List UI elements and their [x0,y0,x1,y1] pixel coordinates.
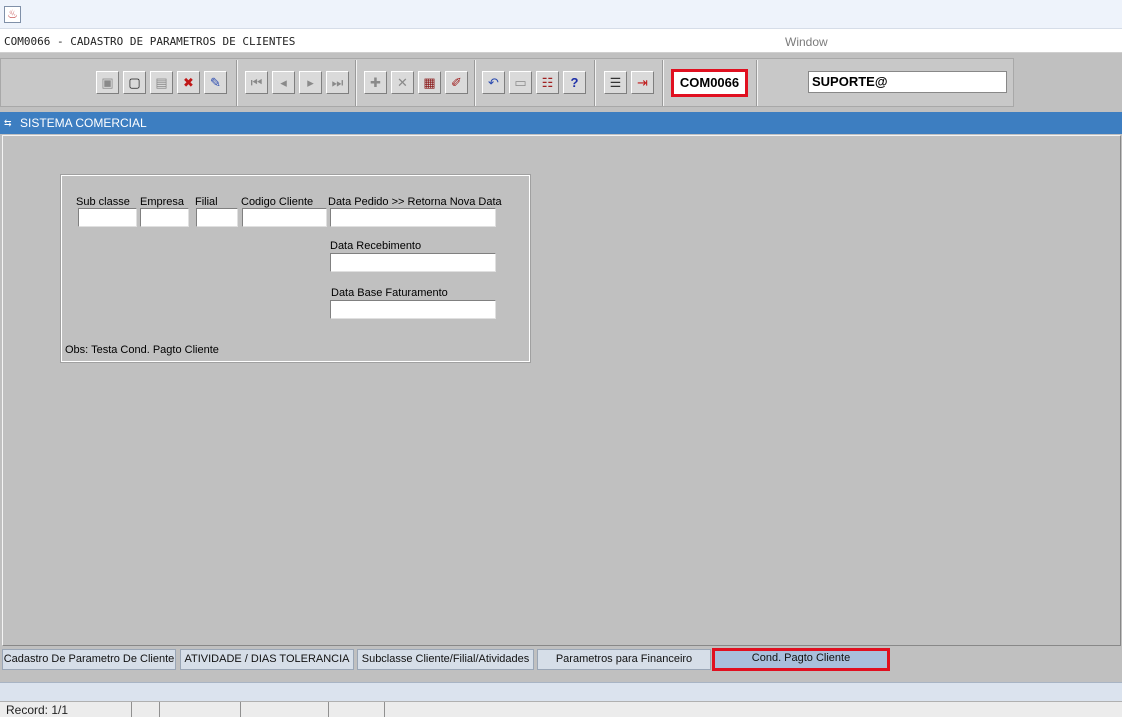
toolbar-separator [355,60,357,106]
duplicate-record-icon: ▦ [423,75,436,90]
exit-icon: ⇥ [637,75,648,90]
empresa-label: Empresa [140,196,185,208]
data-pedido-label: Data Pedido >> Retorna Nova Data [328,196,502,208]
screen-button[interactable]: ▢ [123,71,146,94]
toolbar-separator [594,60,596,106]
edit-record-button[interactable]: ✐ [445,71,468,94]
help-icon: ? [570,75,579,90]
window-menu[interactable]: Window [785,35,828,49]
query-button[interactable]: ✎ [204,71,227,94]
previous-record-icon: ◂ [280,75,287,90]
exit-button[interactable]: ⇥ [631,71,654,94]
toolbar-separator [474,60,476,106]
tab-cadastro-parametro-cliente[interactable]: Cadastro De Parametro De Cliente [2,649,176,670]
list-values-button[interactable]: ☷ [536,71,559,94]
next-record-button[interactable]: ▸ [299,71,322,94]
java-app-icon[interactable]: ♨ [4,6,21,23]
insert-record-button[interactable]: ✚ [364,71,387,94]
save-button[interactable]: ▣ [96,71,119,94]
codigo-cliente-label: Codigo Cliente [241,196,314,208]
clipboard-icon: ▭ [514,75,527,90]
insert-record-icon: ✚ [370,75,381,90]
status-divider [159,702,160,717]
tab-cond-pagto-cliente[interactable]: Cond. Pagto Cliente [712,648,890,671]
tab-subclasse-cliente[interactable]: Subclasse Cliente/Filial/Atividades [357,649,534,670]
next-record-icon: ▸ [307,75,314,90]
section-bar [0,112,1122,134]
data-recebimento-input[interactable] [330,253,496,272]
toolbar-separator [662,60,664,106]
codigo-cliente-input[interactable] [242,208,327,227]
first-record-button[interactable]: ⏮ [245,71,268,94]
data-recebimento-label: Data Recebimento [330,240,422,252]
query-icon: ✎ [210,75,221,90]
status-bar [0,701,1122,717]
empresa-input[interactable] [140,208,189,227]
delete-record-button[interactable]: ✕ [391,71,414,94]
menu-icon: ☰ [609,75,622,90]
sub-classe-label: Sub classe [76,196,130,208]
obs-text: Obs: Testa Cond. Pagto Cliente [65,344,219,356]
filial-input[interactable] [196,208,238,227]
title-bar [0,0,1122,29]
delete-record-icon: ✕ [397,75,408,90]
save-icon: ▣ [101,75,114,90]
filial-label: Filial [195,196,218,208]
status-divider [328,702,329,717]
list-values-icon: ☷ [541,75,554,90]
undo-icon: ↶ [488,75,499,90]
clear-icon: ✖ [183,75,194,90]
status-separator [0,682,1122,701]
last-record-button[interactable]: ⏭ [326,71,349,94]
sub-classe-input[interactable] [78,208,137,227]
first-record-icon: ⏮ [250,75,263,90]
status-divider [384,702,385,717]
data-base-faturamento-label: Data Base Faturamento [331,287,448,299]
tab-parametros-financeiro[interactable]: Parametros para Financeiro [537,649,711,670]
collapse-icon[interactable]: ⇆ [4,118,14,128]
last-record-icon: ⏭ [331,75,344,90]
section-title: SISTEMA COMERCIAL [20,116,147,130]
tab-atividade-dias-tolerancia[interactable]: ATIVIDADE / DIAS TOLERANCIA [180,649,354,670]
help-button[interactable]: ? [563,71,586,94]
clear-button[interactable]: ✖ [177,71,200,94]
status-divider [240,702,241,717]
duplicate-record-button[interactable]: ▦ [418,71,441,94]
toolbar-separator [756,60,758,106]
toolbar-separator [236,60,238,106]
form-caption: COM0066 - CADASTRO DE PARAMETROS DE CLIE… [4,35,296,48]
screen-icon: ▢ [128,75,141,90]
print-icon: ▤ [155,75,168,90]
record-counter: Record: 1/1 [6,703,69,717]
status-divider [131,702,132,717]
undo-button[interactable]: ↶ [482,71,505,94]
data-base-faturamento-input[interactable] [330,300,496,319]
data-pedido-input[interactable] [330,208,496,227]
user-field: SUPORTE@ [808,71,1007,93]
form-code-field: COM0066 [674,72,745,94]
print-button[interactable]: ▤ [150,71,173,94]
previous-record-button[interactable]: ◂ [272,71,295,94]
clipboard-button[interactable]: ▭ [509,71,532,94]
menu-button[interactable]: ☰ [604,71,627,94]
edit-record-icon: ✐ [451,75,462,90]
